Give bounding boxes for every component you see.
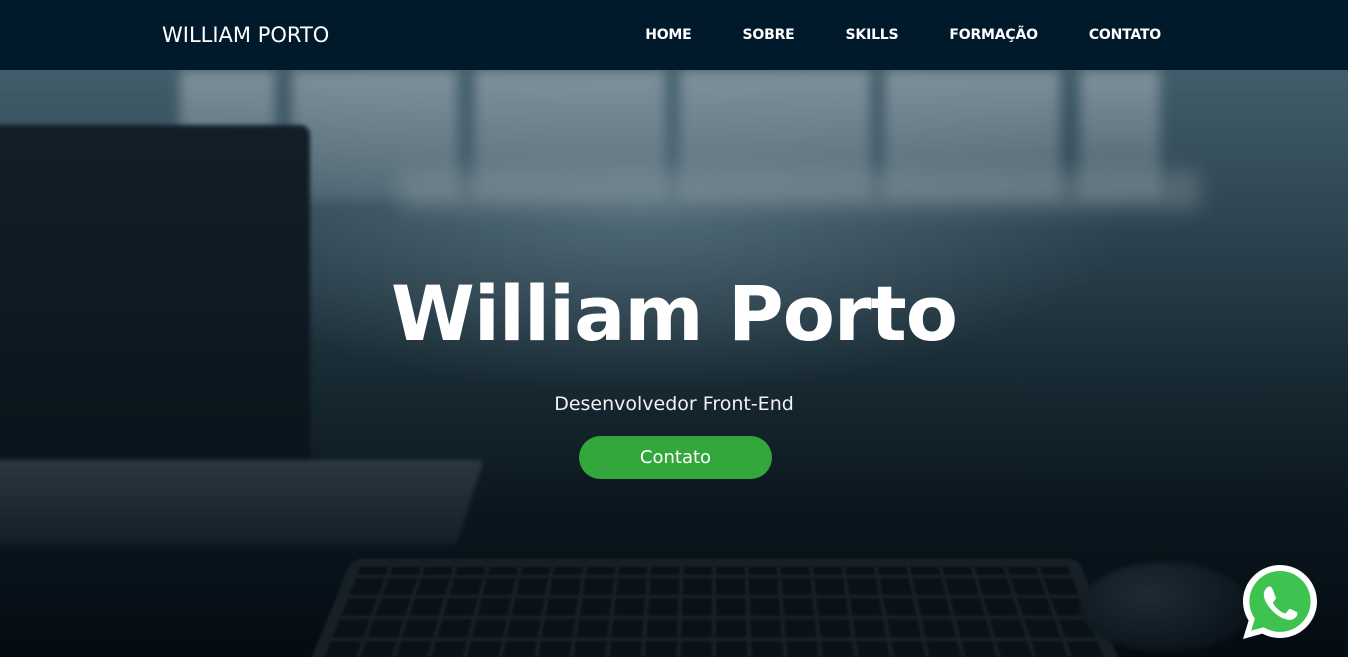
hero-subtitle: Desenvolvedor Front-End: [554, 393, 794, 415]
nav-link-skills[interactable]: SKILLS: [846, 25, 899, 45]
hero-title: William Porto: [391, 269, 958, 358]
nav-link-contato[interactable]: CONTATO: [1089, 25, 1161, 45]
nav-link-formacao[interactable]: FORMAÇÃO: [949, 25, 1038, 45]
top-navbar: WILLIAM PORTO HOME SOBRE SKILLS FORMAÇÃO…: [0, 0, 1348, 70]
whatsapp-float-button[interactable]: [1240, 562, 1320, 642]
contact-button[interactable]: Contato: [579, 436, 772, 479]
nav-item-formacao: FORMAÇÃO: [949, 25, 1038, 45]
hero-section: William Porto Desenvolvedor Front-End Co…: [0, 70, 1348, 657]
nav-item-skills: SKILLS: [846, 25, 899, 45]
brand-logo-text[interactable]: WILLIAM PORTO: [162, 22, 329, 48]
nav-item-home: HOME: [645, 25, 692, 45]
nav-item-sobre: SOBRE: [743, 25, 795, 45]
whatsapp-icon: [1243, 565, 1317, 639]
nav-link-home[interactable]: HOME: [645, 25, 692, 45]
nav-item-contato: CONTATO: [1089, 25, 1161, 45]
nav-link-sobre[interactable]: SOBRE: [743, 25, 795, 45]
nav-menu: HOME SOBRE SKILLS FORMAÇÃO CONTATO: [645, 25, 1161, 45]
